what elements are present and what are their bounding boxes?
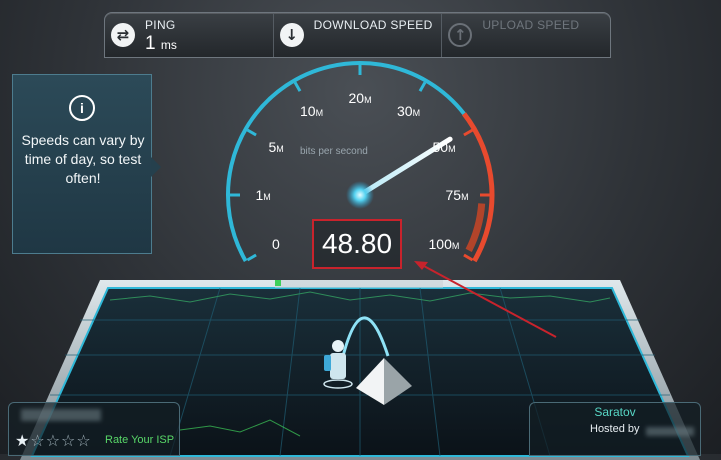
tick-unit: M [412,107,421,118]
gauge-hub [346,181,374,209]
isp-panel: ★☆☆☆☆ Rate Your ISP [8,402,180,456]
hosted-by-label: Hosted by [590,423,640,435]
star-icon[interactable]: ☆ [61,431,76,450]
gauge-tick-label: 20M [349,90,372,106]
host-name-redacted [646,427,694,436]
gauge-tick-mark [293,81,302,92]
gauge-tick-mark [246,128,257,137]
units-label: bits per second [300,146,368,157]
gauge-tick-label: 100M [429,236,460,252]
tick-unit: M [364,95,372,105]
isp-name-redacted [21,409,101,421]
tick-number: 50 [432,138,449,155]
tick-unit: M [315,107,324,118]
tick-unit: M [263,192,271,202]
tick-number: 30 [397,102,413,119]
gauge-tick-label: 30M [397,103,420,119]
gauge-tick-label: 1M [256,187,271,203]
gauge-danger-band [465,203,486,252]
tick-unit: M [451,240,460,251]
tick-number: 20 [348,90,365,106]
gauge-tick-mark [463,128,474,137]
gauge-tick-label: 75M [446,187,469,203]
gauge-tick-mark [246,253,257,262]
gauge-tick-label: 5M [268,139,283,155]
tick-unit: M [276,143,284,154]
gauge-tick-label: 10M [300,103,323,119]
tick-number: 75 [445,187,462,203]
tick-number: 10 [300,102,316,119]
progress-marker [275,280,281,286]
gauge-tick-mark [463,253,474,262]
progress-scale [275,280,443,288]
star-icon[interactable]: ★ [15,431,30,450]
gauge-tick-label: 50M [433,139,456,155]
server-city: Saratov [594,405,636,419]
rating-stars[interactable]: ★☆☆☆☆ [15,431,92,450]
star-icon[interactable]: ☆ [30,431,45,450]
tick-unit: M [461,192,469,202]
server-panel: Saratov Hosted by [529,402,701,456]
gauge-tick-mark [418,81,427,92]
rate-isp-link[interactable]: Rate Your ISP [105,434,174,446]
speed-readout: 48.80 [312,219,402,269]
tick-number: 100 [428,235,452,252]
star-icon[interactable]: ☆ [76,431,91,450]
gauge-tick-label: 0 [272,236,280,252]
tick-number: 0 [271,235,280,252]
tick-unit: M [448,143,456,154]
star-icon[interactable]: ☆ [46,431,61,450]
